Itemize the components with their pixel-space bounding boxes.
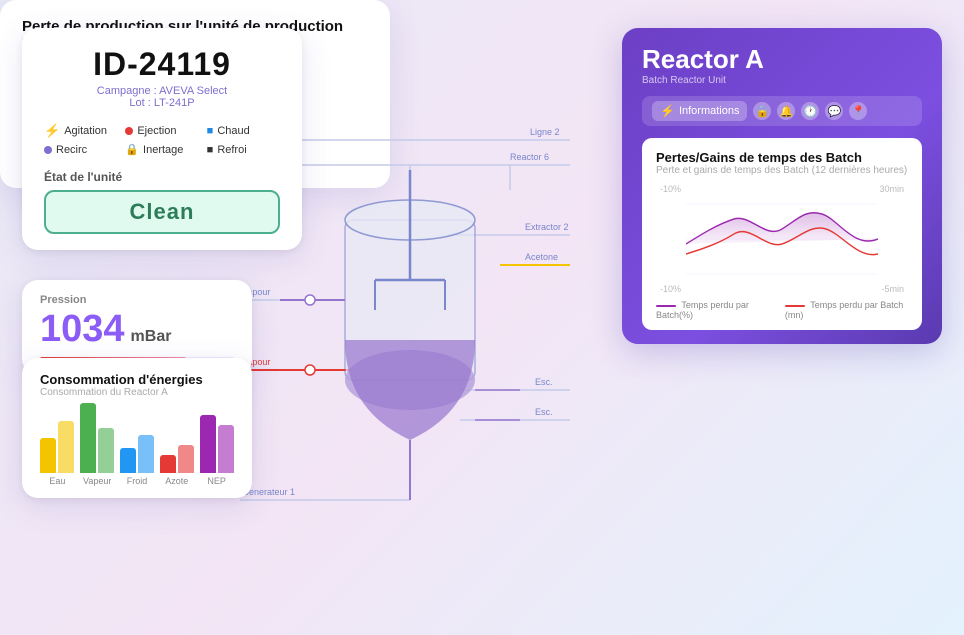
id-lot: Lot : LT-241P	[44, 97, 280, 109]
bar-eau-2	[58, 421, 74, 473]
chart-subtitle: Perte et gains de temps des Batch (12 de…	[656, 165, 908, 176]
bar-group-nep: NEP	[199, 398, 234, 486]
chart-y-labels-right: 30min -5min	[875, 184, 908, 294]
tag-recirc: Recirc	[44, 143, 117, 156]
batch-chart-card: Pertes/Gains de temps des Batch Perte et…	[642, 138, 922, 330]
pression-label: Pression	[40, 294, 234, 306]
legend-item-mn: Temps perdu par Batch (mn)	[785, 300, 908, 320]
pression-value: 1034 mBar	[40, 308, 234, 351]
chart-area: -10% -10% 30min -5min	[656, 184, 908, 294]
reactor-toolbar: ⚡ Informations 🔒 🔔 🕐 💬 📍	[642, 96, 922, 126]
svg-text:Esc.: Esc.	[535, 377, 553, 387]
svg-text:Extractor 2: Extractor 2	[525, 222, 569, 232]
y-label-bot-left: -10%	[660, 284, 681, 294]
bar-group-eau: Eau	[40, 398, 75, 486]
toolbar-lock-icon[interactable]: 🔒	[753, 102, 771, 120]
y-label-top-right: 30min	[879, 184, 904, 194]
bar-azote-1	[160, 455, 176, 473]
clean-badge: Clean	[44, 190, 280, 234]
svg-text:Esc.: Esc.	[535, 407, 553, 417]
tag-recirc-label: Recirc	[56, 144, 87, 156]
svg-text:Reactor 6: Reactor 6	[510, 152, 549, 162]
bar-label-froid: Froid	[127, 476, 148, 486]
legend-item-pct: Temps perdu par Batch(%)	[656, 300, 773, 320]
pression-number: 1034	[40, 308, 125, 351]
tag-chaud: ■ Chaud	[207, 123, 280, 139]
legend-dot-red	[785, 305, 805, 307]
energy-card: Consommation d'énergies Consommation du …	[22, 358, 252, 498]
bar-group-azote: Azote	[159, 398, 194, 486]
bar-nep-2	[218, 425, 234, 473]
toolbar-chat-icon[interactable]: 💬	[825, 102, 843, 120]
reactor-a-card: Reactor A Batch Reactor Unit ⚡ Informati…	[622, 28, 942, 344]
tag-agitation-label: Agitation	[64, 125, 107, 137]
dashboard: ID-24119 Campagne : AVEVA Select Lot : L…	[0, 0, 964, 635]
bar-vapeur-2	[98, 428, 114, 473]
bar-chart: Eau Vapeur Froid	[40, 406, 234, 486]
chart-title: Pertes/Gains de temps des Batch	[656, 150, 908, 165]
bar-froid-1	[120, 448, 136, 473]
tag-agitation: ⚡ Agitation	[44, 123, 117, 139]
reactor-a-title: Reactor A	[642, 44, 922, 75]
info-button[interactable]: ⚡ Informations	[652, 101, 747, 121]
toolbar-location-icon[interactable]: 📍	[849, 102, 867, 120]
toolbar-sound-icon[interactable]: 🔔	[777, 102, 795, 120]
chart-y-labels-left: -10% -10%	[656, 184, 685, 294]
tag-refroi: ■ Refroi	[207, 143, 280, 156]
energy-title: Consommation d'énergies	[40, 372, 234, 387]
reactor-a-subtitle: Batch Reactor Unit	[642, 75, 922, 86]
bar-label-eau: Eau	[49, 476, 65, 486]
y-label-bot-right: -5min	[879, 284, 904, 294]
id-campaign: Campagne : AVEVA Select	[44, 85, 280, 97]
bar-label-nep: NEP	[207, 476, 226, 486]
id-tags: ⚡ Agitation Ejection ■ Chaud Recirc 🔒 In…	[44, 123, 280, 156]
bar-eau-1	[40, 438, 56, 473]
energy-subtitle: Consommation du Reactor A	[40, 387, 234, 398]
tag-refroi-label: Refroi	[217, 144, 246, 156]
tag-ejection-label: Ejection	[137, 125, 176, 137]
y-label-top-left: -10%	[660, 184, 681, 194]
id-card: ID-24119 Campagne : AVEVA Select Lot : L…	[22, 28, 302, 250]
info-icon: ⚡	[660, 104, 675, 118]
tag-inertage-label: Inertage	[143, 144, 183, 156]
toolbar-clock-icon[interactable]: 🕐	[801, 102, 819, 120]
bar-label-vapeur: Vapeur	[83, 476, 111, 486]
tag-ejection: Ejection	[125, 123, 198, 139]
bar-group-vapeur: Vapeur	[80, 398, 115, 486]
id-number: ID-24119	[44, 46, 280, 83]
chart-svg	[686, 184, 878, 294]
chart-legend: Temps perdu par Batch(%) Temps perdu par…	[656, 300, 908, 320]
bar-vapeur-1	[80, 403, 96, 473]
bar-group-froid: Froid	[120, 398, 155, 486]
tag-inertage: 🔒 Inertage	[125, 143, 198, 156]
tag-chaud-label: Chaud	[217, 125, 249, 137]
info-label: Informations	[679, 105, 740, 117]
bar-azote-2	[178, 445, 194, 473]
legend-dot-purple	[656, 305, 676, 307]
bar-nep-1	[200, 415, 216, 473]
bar-froid-2	[138, 435, 154, 473]
pression-unit: mBar	[131, 328, 172, 346]
svg-text:Acetone: Acetone	[525, 252, 558, 262]
svg-text:Ligne 2: Ligne 2	[530, 127, 560, 137]
etat-label: État de l'unité	[44, 170, 280, 184]
bar-label-azote: Azote	[165, 476, 188, 486]
